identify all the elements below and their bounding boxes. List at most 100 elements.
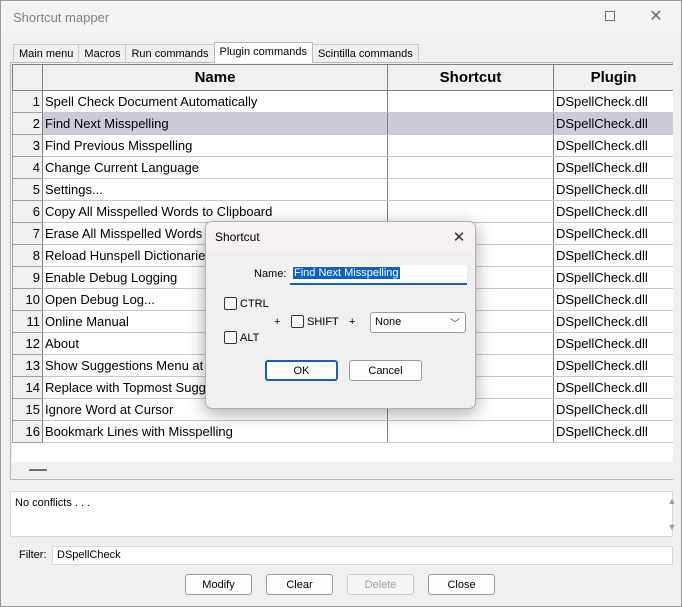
chevron-down-icon: ﹀ [450, 319, 460, 330]
column-header-shortcut[interactable]: Shortcut [387, 64, 554, 91]
dialog-title-bar: Shortcut ✕ [206, 222, 475, 252]
command-name-cell: Bookmark Lines with Misspelling [42, 420, 388, 443]
shortcut-cell [387, 420, 554, 443]
filter-label: Filter: [19, 549, 47, 561]
row-number: 8 [12, 244, 43, 267]
plugin-cell: DSpellCheck.dll [553, 310, 673, 333]
row-number: 3 [12, 134, 43, 157]
command-name-cell: Change Current Language [42, 156, 388, 179]
shift-label: SHIFT [307, 316, 339, 328]
maximize-button[interactable] [587, 1, 633, 31]
table-row[interactable]: 6 Copy All Misspelled Words to Clipboard D… [12, 200, 673, 223]
conflicts-box: No conflicts . . . ▲ ▼ [10, 491, 677, 537]
modify-button[interactable]: Modify [185, 574, 252, 595]
plugin-cell: DSpellCheck.dll [553, 134, 673, 157]
dialog-title: Shortcut [215, 230, 260, 244]
scroll-up-icon[interactable]: ▲ [664, 496, 681, 506]
window-title: Shortcut mapper [13, 10, 110, 25]
close-window-button[interactable]: ✕ [633, 1, 679, 31]
tab-main-menu[interactable]: Main menu [13, 44, 80, 63]
dialog-close-button[interactable]: ✕ [443, 222, 475, 252]
horizontal-scrollbar[interactable] [12, 462, 673, 479]
command-name-cell: Spell Check Document Automatically [42, 90, 388, 113]
delete-button[interactable]: Delete [347, 574, 414, 595]
scrollbar-thumb[interactable] [29, 469, 47, 471]
row-number: 7 [12, 222, 43, 245]
command-name-cell: Find Next Misspelling [42, 112, 388, 135]
plugin-cell: DSpellCheck.dll [553, 376, 673, 399]
table-row[interactable]: 1 Spell Check Document Automatically DSpel… [12, 90, 673, 113]
row-number: 10 [12, 288, 43, 311]
command-name-cell: Settings... [42, 178, 388, 201]
conflicts-scrollbar[interactable]: ▲ ▼ [655, 492, 677, 536]
table-row[interactable]: 4 Change Current Language DSpellCheck.dll [12, 156, 673, 179]
tab-macros[interactable]: Macros [78, 44, 127, 63]
plugin-cell: DSpellCheck.dll [553, 398, 673, 421]
row-number: 16 [12, 420, 43, 443]
command-name-cell: Find Previous Misspelling [42, 134, 388, 157]
key-select[interactable]: None ﹀ [370, 312, 466, 333]
close-icon: ✕ [649, 8, 663, 25]
name-label: Name: [254, 268, 287, 280]
clear-button[interactable]: Clear [266, 574, 333, 595]
row-number: 1 [12, 90, 43, 113]
row-number: 12 [12, 332, 43, 355]
plus-sign: + [349, 316, 356, 328]
row-number: 2 [12, 112, 43, 135]
plugin-cell: DSpellCheck.dll [553, 332, 673, 355]
plugin-cell: DSpellCheck.dll [553, 112, 673, 135]
command-name-cell: Copy All Misspelled Words to Clipboard [42, 200, 388, 223]
table-row[interactable]: 2 Find Next Misspelling DSpellCheck.dll [12, 112, 673, 135]
shortcut-cell [387, 112, 554, 135]
shortcut-cell [387, 134, 554, 157]
ctrl-checkbox[interactable] [224, 297, 237, 310]
name-value: Find Next Misspelling [293, 267, 400, 279]
row-number: 14 [12, 376, 43, 399]
close-icon: ✕ [452, 229, 466, 246]
shift-checkbox[interactable] [291, 315, 304, 328]
name-input[interactable]: Find Next Misspelling [290, 265, 467, 285]
plugin-cell: DSpellCheck.dll [553, 90, 673, 113]
alt-checkbox[interactable] [224, 331, 237, 344]
maximize-icon [605, 11, 615, 21]
ctrl-label: CTRL [240, 298, 269, 310]
row-number: 5 [12, 178, 43, 201]
title-bar: Shortcut mapper ✕ [1, 1, 681, 33]
column-header-plugin[interactable]: Plugin [553, 64, 673, 91]
plugin-cell: DSpellCheck.dll [553, 178, 673, 201]
tab-scintilla-commands[interactable]: Scintilla commands [311, 44, 419, 63]
grid-corner-header [12, 64, 43, 91]
tab-plugin-commands[interactable]: Plugin commands [213, 42, 313, 63]
row-number: 11 [12, 310, 43, 333]
scroll-down-icon[interactable]: ▼ [664, 522, 681, 532]
tab-run-commands[interactable]: Run commands [125, 44, 215, 63]
row-number: 13 [12, 354, 43, 377]
filter-input[interactable]: DSpellCheck [52, 546, 673, 565]
plugin-cell: DSpellCheck.dll [553, 222, 673, 245]
plugin-cell: DSpellCheck.dll [553, 420, 673, 443]
key-select-value: None [375, 316, 402, 328]
tab-strip: Main menu Macros Run commands Plugin com… [13, 42, 419, 63]
shortcut-cell [387, 156, 554, 179]
shortcut-cell [387, 178, 554, 201]
row-number: 9 [12, 266, 43, 289]
ok-button[interactable]: OK [265, 360, 338, 381]
plugin-cell: DSpellCheck.dll [553, 266, 673, 289]
row-number: 6 [12, 200, 43, 223]
close-button[interactable]: Close [428, 574, 495, 595]
column-header-name[interactable]: Name [42, 64, 388, 91]
table-row[interactable]: 5 Settings... DSpellCheck.dll [12, 178, 673, 201]
plus-sign: + [274, 316, 281, 328]
plugin-cell: DSpellCheck.dll [553, 354, 673, 377]
plugin-cell: DSpellCheck.dll [553, 200, 673, 223]
plugin-cell: DSpellCheck.dll [553, 288, 673, 311]
alt-label: ALT [240, 332, 260, 344]
row-number: 4 [12, 156, 43, 179]
row-number: 15 [12, 398, 43, 421]
table-row[interactable]: 3 Find Previous Misspelling DSpellCheck.dl… [12, 134, 673, 157]
table-row[interactable]: 16 Bookmark Lines with Misspelling DSpellC… [12, 420, 673, 443]
plugin-cell: DSpellCheck.dll [553, 156, 673, 179]
shortcut-dialog: Shortcut ✕ Name: Find Next Misspelling C… [205, 221, 476, 409]
plugin-cell: DSpellCheck.dll [553, 244, 673, 267]
cancel-button[interactable]: Cancel [349, 360, 422, 381]
